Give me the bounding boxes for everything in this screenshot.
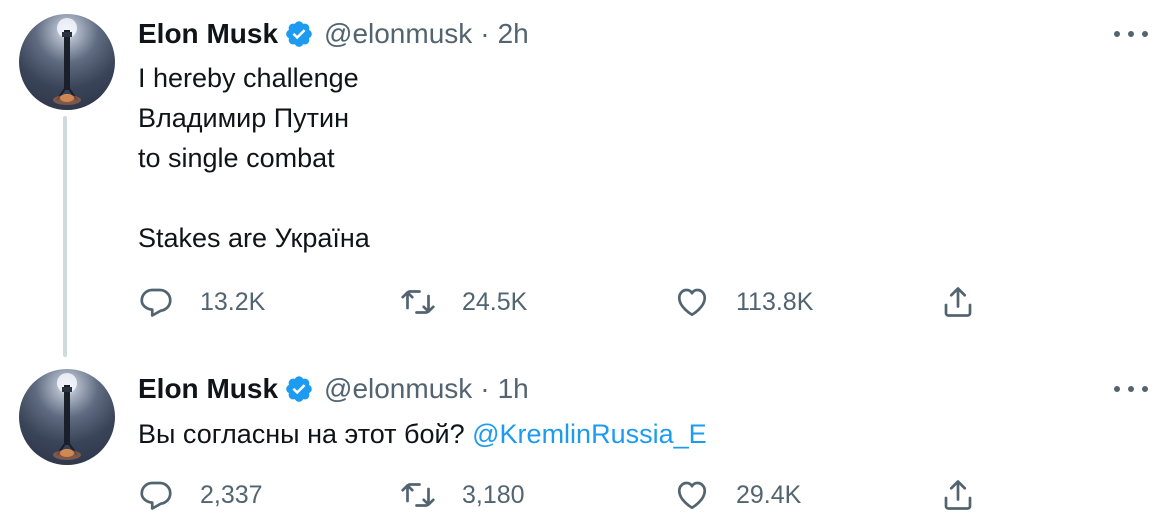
author-handle[interactable]: @elonmusk [324, 373, 472, 405]
author-handle[interactable]: @elonmusk [324, 18, 472, 50]
tweet-header: Elon Musk @elonmusk · 1h [138, 369, 529, 409]
timestamp[interactable]: 1h [498, 373, 529, 405]
more-icon [1114, 386, 1120, 392]
retweet-button[interactable]: 3,180 [400, 475, 525, 515]
reply-button[interactable]: 2,337 [138, 475, 263, 515]
tweet-text-line: Stakes are Україна [138, 223, 370, 253]
reply-icon [140, 481, 172, 510]
tweet-text: Вы согласны на этот бой? @KremlinRussia_… [138, 414, 707, 454]
tweet[interactable]: Elon Musk @elonmusk · 2h I hereby challe… [0, 0, 1174, 350]
avatar-image [53, 373, 81, 460]
tweet-text-line: to single combat [138, 143, 335, 173]
tweet-text-line: Владимир Путин [138, 103, 350, 133]
retweet-count: 3,180 [462, 480, 525, 509]
tweet-header: Elon Musk @elonmusk · 2h [138, 14, 529, 54]
share-button[interactable] [940, 475, 976, 515]
tweet-text-line: I hereby challenge [138, 63, 359, 93]
tweet-actions: 2,337 3,180 29.4K [138, 475, 998, 515]
mention-link[interactable]: @KremlinRussia_E [472, 419, 706, 449]
separator-dot: · [480, 373, 490, 404]
author-name[interactable]: Elon Musk [138, 373, 278, 405]
like-button[interactable]: 113.8K [674, 282, 813, 322]
share-icon [944, 287, 972, 317]
separator-dot: · [480, 18, 490, 49]
retweet-button[interactable]: 24.5K [400, 282, 527, 322]
more-icon [1114, 31, 1120, 37]
author-name[interactable]: Elon Musk [138, 18, 278, 50]
avatar[interactable] [19, 369, 115, 465]
verified-badge-icon [286, 376, 312, 402]
tweet[interactable]: Elon Musk @elonmusk · 1h Вы согласны на … [0, 355, 1174, 527]
retweet-icon [401, 483, 435, 507]
like-count: 113.8K [736, 287, 814, 316]
like-icon [677, 481, 707, 510]
like-button[interactable]: 29.4K [674, 475, 801, 515]
share-icon [944, 480, 972, 510]
timestamp[interactable]: 2h [498, 18, 529, 50]
tweet-text: I hereby challenge Владимир Путин to sin… [138, 58, 370, 258]
tweet-text-content: Вы согласны на этот бой? [138, 419, 465, 449]
tweet-text-line: Вы согласны на этот бой? @KremlinRussia_… [138, 414, 707, 454]
like-count: 29.4K [736, 480, 802, 509]
retweet-count: 24.5K [462, 287, 528, 316]
tweet-text-line [138, 178, 370, 218]
reply-count: 13.2K [200, 287, 266, 316]
reply-count: 2,337 [200, 480, 263, 509]
tweet-actions: 13.2K 24.5K 113.8K [138, 282, 998, 322]
retweet-icon [401, 290, 435, 314]
avatar[interactable] [19, 14, 115, 110]
share-button[interactable] [940, 282, 976, 322]
avatar-image [53, 18, 81, 105]
more-options-button[interactable] [1114, 22, 1148, 46]
verified-badge-icon [286, 21, 312, 47]
reply-icon [140, 288, 172, 317]
like-icon [677, 288, 707, 317]
more-options-button[interactable] [1114, 377, 1148, 401]
reply-button[interactable]: 13.2K [138, 282, 265, 322]
